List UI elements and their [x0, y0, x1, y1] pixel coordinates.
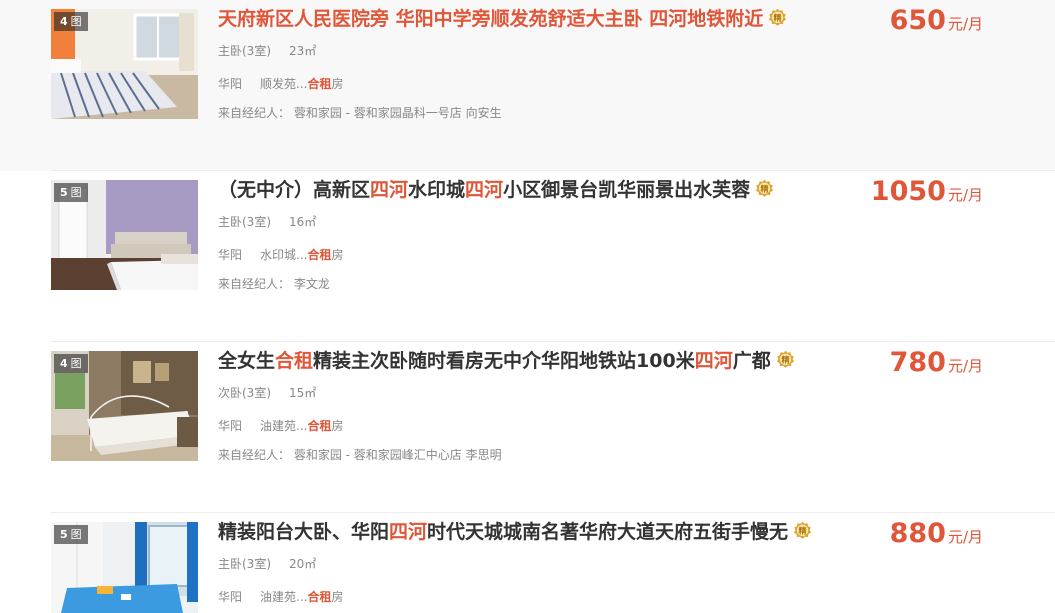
featured-medal-icon: 精: [769, 8, 787, 26]
room-info: 主卧(3室) 23㎡: [218, 42, 334, 59]
room-area: 15㎡: [289, 386, 317, 400]
listing-photo[interactable]: 5图: [51, 522, 198, 613]
listing-photo[interactable]: 4图: [51, 9, 198, 119]
photo-count-badge: 5图: [54, 525, 88, 544]
city-link[interactable]: 华阳: [218, 246, 242, 263]
featured-medal-icon: 精: [756, 179, 774, 197]
price: 1050 元/月: [871, 176, 983, 207]
location-info: 华阳 顺发苑...合租房: [218, 75, 344, 92]
listing-title[interactable]: 全女生合租精装主次卧随时看房无中介华阳地铁站100米四河广都精: [218, 347, 795, 375]
listing-title[interactable]: 精装阳台大卧、华阳四河时代天城城南名著华府大道天府五街手慢无精: [218, 518, 812, 546]
room-area: 20㎡: [289, 557, 317, 571]
listing-item[interactable]: 4图 天府新区人民医院旁 华阳中学旁顺发苑舒适大主卧 四河地铁附近精 主卧(3室…: [0, 0, 1055, 171]
rent-type-keyword: 合租: [307, 248, 332, 262]
listing-item[interactable]: 5图 精装阳台大卧、华阳四河时代天城城南名著华府大道天府五街手慢无精 主卧(3室…: [0, 513, 1055, 613]
photo-count-badge: 5图: [54, 183, 88, 202]
svg-text:精: 精: [799, 526, 807, 536]
rent-type-keyword: 合租: [307, 77, 332, 91]
listing-photo[interactable]: 5图: [51, 180, 198, 290]
community-link[interactable]: 顺发苑...: [260, 75, 307, 92]
location-info: 华阳 油建苑...合租房: [218, 417, 344, 434]
photo-count-badge: 4图: [54, 12, 88, 31]
price-value: 1050: [870, 176, 946, 207]
price: 650 元/月: [890, 5, 983, 36]
rent-type-suffix: 房: [331, 590, 344, 604]
price-unit: 元/月: [947, 15, 983, 33]
featured-medal-icon: 精: [776, 350, 794, 368]
listing-photo[interactable]: 4图: [51, 351, 198, 461]
agent-info: 来自经纪人： 蓉和家园 - 蓉和家园峰汇中心店 李思明: [218, 448, 502, 462]
agent-info: 来自经纪人： 李文龙: [218, 277, 330, 291]
rent-type-keyword: 合租: [307, 590, 332, 604]
svg-text:精: 精: [774, 13, 782, 23]
room-info: 主卧(3室) 20㎡: [218, 555, 334, 572]
svg-text:精: 精: [781, 355, 789, 365]
rent-type-keyword: 合租: [307, 419, 332, 433]
community-link[interactable]: 油建苑...: [260, 588, 307, 605]
price-value: 880: [889, 518, 946, 549]
room-type: 主卧(3室): [218, 44, 271, 58]
community-link[interactable]: 水印城...: [260, 246, 307, 263]
city-link[interactable]: 华阳: [218, 75, 242, 92]
listing-list: 4图 天府新区人民医院旁 华阳中学旁顺发苑舒适大主卧 四河地铁附近精 主卧(3室…: [0, 0, 1055, 613]
agent-info: 来自经纪人： 蓉和家园 - 蓉和家园晶科一号店 向安生: [218, 106, 502, 120]
location-info: 华阳 水印城...合租房: [218, 246, 344, 263]
rent-type-suffix: 房: [331, 248, 344, 262]
listing-title[interactable]: （无中介）高新区四河水印城四河小区御景台凯华丽景出水芙蓉精: [218, 176, 774, 204]
room-info: 主卧(3室) 16㎡: [218, 213, 334, 230]
price: 780 元/月: [890, 347, 983, 378]
city-link[interactable]: 华阳: [218, 588, 242, 605]
price-unit: 元/月: [947, 186, 983, 204]
price-unit: 元/月: [947, 357, 983, 375]
room-type: 主卧(3室): [218, 557, 271, 571]
room-area: 23㎡: [289, 44, 317, 58]
price-unit: 元/月: [947, 528, 983, 546]
city-link[interactable]: 华阳: [218, 417, 242, 434]
listing-item[interactable]: 4图 全女生合租精装主次卧随时看房无中介华阳地铁站100米四河广都精 次卧(3室…: [0, 342, 1055, 513]
room-type: 次卧(3室): [218, 386, 271, 400]
listing-title[interactable]: 天府新区人民医院旁 华阳中学旁顺发苑舒适大主卧 四河地铁附近精: [218, 5, 787, 33]
community-link[interactable]: 油建苑...: [260, 417, 307, 434]
location-info: 华阳 油建苑...合租房: [218, 588, 344, 605]
price-value: 650: [889, 5, 946, 36]
svg-text:精: 精: [761, 184, 769, 194]
price-value: 780: [889, 347, 946, 378]
room-info: 次卧(3室) 15㎡: [218, 384, 334, 401]
listing-item[interactable]: 5图 （无中介）高新区四河水印城四河小区御景台凯华丽景出水芙蓉精 主卧(3室) 1…: [0, 171, 1055, 342]
room-area: 16㎡: [289, 215, 317, 229]
room-type: 主卧(3室): [218, 215, 271, 229]
featured-medal-icon: 精: [793, 521, 812, 539]
rent-type-suffix: 房: [331, 419, 344, 433]
photo-count-badge: 4图: [54, 354, 88, 373]
price: 880 元/月: [890, 518, 983, 549]
rent-type-suffix: 房: [331, 77, 344, 91]
